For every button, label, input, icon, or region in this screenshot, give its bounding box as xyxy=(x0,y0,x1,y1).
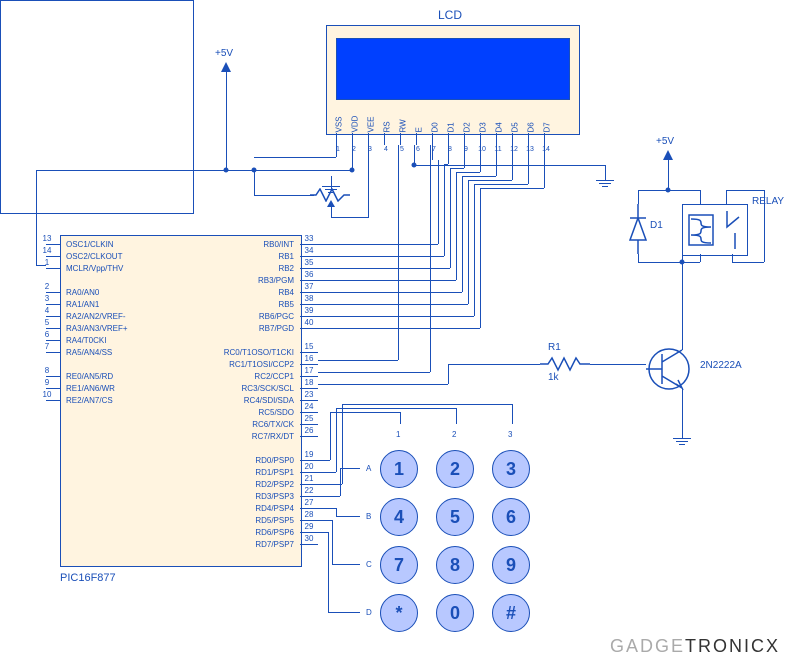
lcd-screen xyxy=(336,38,570,100)
keypad-key-7: 7 xyxy=(380,546,418,584)
resistor-ref: R1 xyxy=(548,342,561,353)
voltage-label-1: +5V xyxy=(215,48,233,59)
keypad-key-6: 6 xyxy=(492,498,530,536)
diode-icon xyxy=(628,204,648,254)
keypad xyxy=(0,0,194,214)
keypad-key-2: 2 xyxy=(436,450,474,488)
resistor-value: 1k xyxy=(548,372,559,383)
power-arrow-icon xyxy=(663,150,673,160)
diode-ref: D1 xyxy=(650,220,663,231)
keypad-key-*: * xyxy=(380,594,418,632)
relay-label: RELAY xyxy=(752,196,784,207)
lcd-label: LCD xyxy=(438,8,462,22)
keypad-key-4: 4 xyxy=(380,498,418,536)
resistor-icon xyxy=(540,356,590,372)
keypad-key-5: 5 xyxy=(436,498,474,536)
keypad-key-3: 3 xyxy=(492,450,530,488)
keypad-key-1: 1 xyxy=(380,450,418,488)
keypad-key-9: 9 xyxy=(492,546,530,584)
relay xyxy=(682,204,748,256)
mcu-name: PIC16F877 xyxy=(60,572,116,584)
brand-logo: GADGETRONICX xyxy=(610,636,780,657)
keypad-key-8: 8 xyxy=(436,546,474,584)
voltage-label-2: +5V xyxy=(656,136,674,147)
power-arrow-icon xyxy=(221,62,231,72)
transistor-icon xyxy=(640,340,698,398)
transistor-ref: 2N2222A xyxy=(700,360,742,371)
schematic-canvas: LCD VSS1VDD2VEE3RS4RW5E6D07D18D29D310D41… xyxy=(0,0,800,665)
keypad-key-0: 0 xyxy=(436,594,474,632)
keypad-key-#: # xyxy=(492,594,530,632)
